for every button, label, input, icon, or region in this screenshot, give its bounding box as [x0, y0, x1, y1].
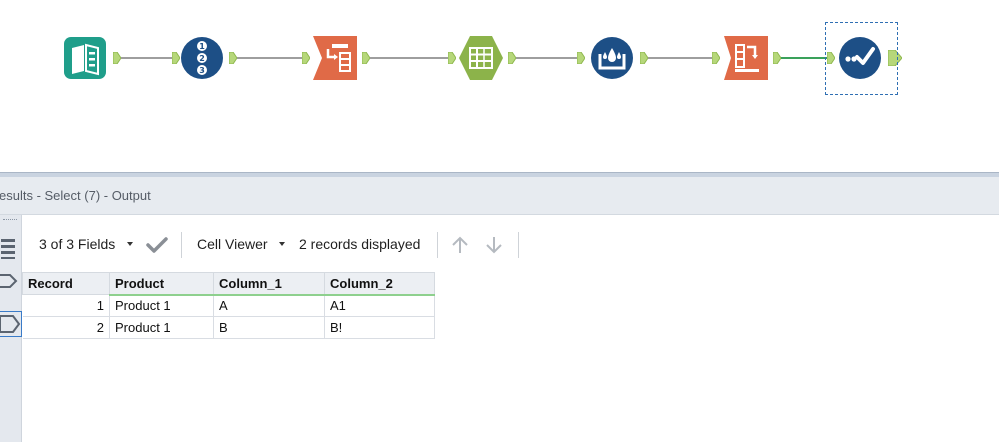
- record-number: 1: [22, 294, 110, 317]
- input-anchor[interactable]: [172, 52, 180, 64]
- column-header-column-2[interactable]: Column_2: [324, 272, 435, 296]
- output-anchor[interactable]: [773, 52, 781, 64]
- column-header-record[interactable]: Record: [22, 272, 110, 295]
- arrow-down-icon[interactable]: [484, 235, 504, 260]
- chevron-down-icon[interactable]: [127, 242, 133, 246]
- connection-3-4: [370, 57, 450, 59]
- grip-handle[interactable]: [3, 219, 17, 222]
- record-id-tool-icon[interactable]: 1 2 3: [180, 36, 224, 80]
- output-anchor[interactable]: [640, 52, 648, 64]
- checkmark-icon[interactable]: [146, 237, 168, 258]
- table-cell[interactable]: A1: [324, 294, 435, 317]
- table-cell[interactable]: A: [213, 294, 325, 317]
- output-anchor[interactable]: [229, 52, 237, 64]
- table-cell[interactable]: B!: [324, 316, 435, 339]
- table-cell[interactable]: B: [213, 316, 325, 339]
- input-anchor[interactable]: [448, 52, 456, 64]
- input-data-tool-icon[interactable]: [63, 36, 107, 80]
- results-title-bar: esults - Select (7) - Output: [0, 177, 999, 215]
- input-anchor[interactable]: [712, 52, 720, 64]
- table-row[interactable]: 2 Product 1 B B!: [22, 316, 435, 339]
- header-row: Record Product Column_1 Column_2: [22, 272, 435, 296]
- arrow-up-icon[interactable]: [450, 235, 470, 260]
- output-anchor[interactable]: [508, 52, 516, 64]
- table-cell[interactable]: Product 1: [109, 316, 214, 339]
- output-anchor[interactable]: [362, 52, 370, 64]
- workflow-canvas[interactable]: 1 2 3: [0, 0, 999, 172]
- column-header-product[interactable]: Product: [109, 272, 214, 296]
- results-window: esults - Select (7) - Output 3 of 3 Fiel…: [0, 172, 999, 442]
- records-status: 2 records displayed: [299, 236, 421, 252]
- anchor-output-icon[interactable]: [0, 271, 18, 296]
- output-anchor[interactable]: [113, 52, 121, 64]
- svg-text:1: 1: [199, 42, 205, 51]
- table-cell[interactable]: Product 1: [109, 294, 214, 317]
- input-anchor[interactable]: [302, 52, 310, 64]
- svg-text:3: 3: [199, 66, 205, 75]
- results-toolbar: 3 of 3 Fields Cell Viewer 2 records disp…: [22, 215, 999, 270]
- connection-5-6: [648, 57, 714, 59]
- transpose-tool-icon[interactable]: [312, 35, 358, 81]
- connection-2-3: [237, 57, 303, 59]
- dynamic-rename-tool-icon[interactable]: [723, 35, 769, 81]
- input-anchor[interactable]: [577, 52, 585, 64]
- fields-selector[interactable]: 3 of 3 Fields: [39, 236, 115, 252]
- record-number: 2: [22, 316, 110, 339]
- table-row[interactable]: 1 Product 1 A A1: [22, 294, 435, 317]
- data-cleansing-tool-icon[interactable]: [590, 36, 634, 80]
- svg-text:2: 2: [199, 54, 205, 63]
- toolbar-separator: [518, 232, 519, 258]
- results-side-strip: [0, 215, 22, 442]
- anchor-output-icon-selected[interactable]: [0, 311, 22, 337]
- connection-6-7: [781, 57, 827, 59]
- toolbar-separator: [437, 232, 438, 258]
- toolbar-separator: [181, 232, 182, 258]
- selected-tool-outline: [825, 22, 898, 95]
- results-title: esults - Select (7) - Output: [0, 188, 151, 203]
- crosstab-tool-icon[interactable]: [458, 35, 504, 81]
- cell-viewer-button[interactable]: Cell Viewer: [197, 236, 268, 252]
- column-header-column-1[interactable]: Column_1: [213, 272, 325, 296]
- results-grid[interactable]: Record Product Column_1 Column_2 1 Produ…: [22, 272, 435, 339]
- chevron-down-icon[interactable]: [279, 242, 285, 246]
- connection-1-2: [121, 57, 175, 59]
- table-view-icon[interactable]: [0, 237, 18, 264]
- connection-4-5: [515, 57, 579, 59]
